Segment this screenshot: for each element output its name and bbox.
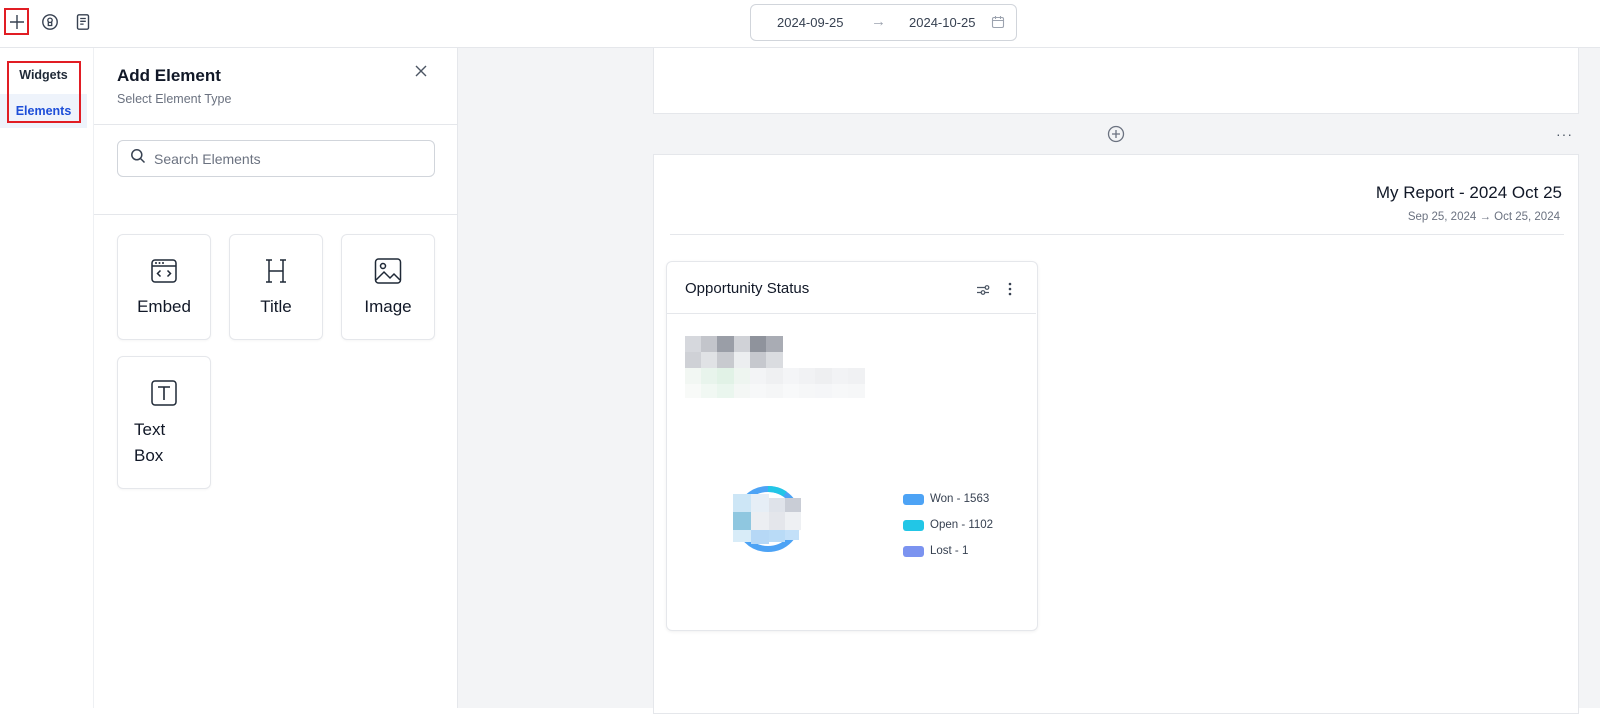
legend-swatch [903,545,924,557]
close-icon[interactable] [412,62,430,80]
legend-label: Won - 1563 [930,493,990,505]
badge-icon[interactable] [37,9,63,35]
add-element-panel: Add Element Select Element Type Embed Ti… [94,48,458,708]
date-range-picker[interactable]: 2024-09-25 → 2024-10-25 [750,4,1017,41]
add-icon[interactable] [4,8,29,35]
report-canvas: ··· My Report - 2024 Oct 25 Sep 25, 2024… [458,48,1600,714]
heading-icon [260,255,292,287]
element-label: Title [260,297,292,316]
legend-label: Lost - 1 [930,545,969,557]
section-more-icon[interactable]: ··· [1556,126,1573,142]
add-section-icon[interactable] [1107,125,1125,143]
calendar-icon[interactable] [991,15,1005,29]
legend-label: Open - 1102 [930,519,994,531]
divider [94,214,458,215]
search-input[interactable] [154,150,414,167]
element-label: Text Box [134,420,166,465]
previous-section [653,48,1579,114]
element-label: Embed [137,297,191,316]
kebab-menu-icon[interactable] [1007,280,1013,298]
left-rail: Widgets Elements [0,48,94,708]
highlight-box [7,61,81,123]
legend-item-open: Open - 1102 [903,518,993,532]
date-end[interactable]: 2024-10-25 [909,15,976,30]
embed-icon [148,255,180,287]
opportunity-status-widget[interactable]: Opportunity Status Won - 1563 Open - 110… [666,261,1038,631]
element-card-title[interactable]: Title [229,234,323,340]
arrow-right-icon: → [871,13,886,30]
report-section: My Report - 2024 Oct 25 Sep 25, 2024 → O… [653,154,1579,714]
widget-title: Opportunity Status [685,280,810,297]
search-field[interactable] [117,140,435,177]
top-bar: 2024-09-25 → 2024-10-25 [0,0,1600,48]
element-card-image[interactable]: Image [341,234,435,340]
search-icon [130,148,146,169]
date-start[interactable]: 2024-09-25 [777,15,844,30]
donut-chart [733,486,801,552]
element-card-text-box[interactable]: Text Box [117,356,211,489]
divider [670,234,1564,235]
panel-subtitle: Select Element Type [117,92,232,106]
panel-title: Add Element [117,66,221,85]
legend-swatch [903,493,924,505]
report-title: My Report - 2024 Oct 25 [1375,183,1562,202]
divider [667,313,1036,314]
image-icon [372,255,404,287]
divider [94,124,458,125]
legend-swatch [903,519,924,531]
text-box-icon [148,377,180,409]
legend-item-lost: Lost - 1 [903,544,968,558]
document-icon[interactable] [70,9,96,35]
filter-icon[interactable] [975,282,991,298]
report-date-range: Sep 25, 2024 → Oct 25, 2024 [1407,211,1560,223]
element-card-embed[interactable]: Embed [117,234,211,340]
legend-item-won: Won - 1563 [903,492,989,506]
redacted-summary [685,336,865,398]
element-label: Image [364,297,412,316]
